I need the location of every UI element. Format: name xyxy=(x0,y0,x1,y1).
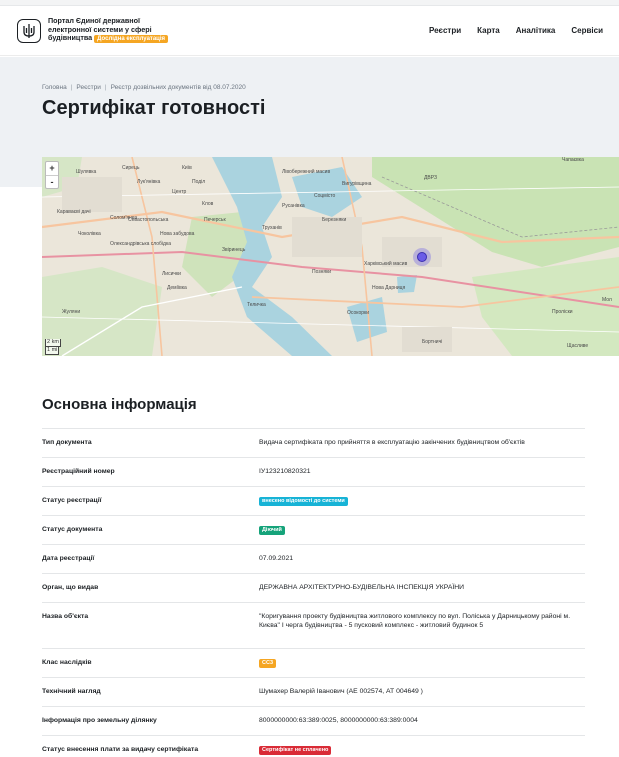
info-key: Клас наслідків xyxy=(42,659,92,666)
info-row-reg-date: Дата реєстрації 07.09.2021 xyxy=(42,544,585,573)
info-value: 8000000000:63:389:0025, 8000000000:63:38… xyxy=(259,717,418,724)
payment-badge: Сертифікат не сплачено xyxy=(259,746,332,755)
class-badge: СС3 xyxy=(259,659,277,668)
map-label: Осокорки xyxy=(347,310,370,316)
breadcrumb: Головна | Реєстри | Реєстр дозвільних до… xyxy=(42,84,246,91)
status-badge: внесено відомості до системи xyxy=(259,497,348,506)
nav-services[interactable]: Сервіси xyxy=(571,26,603,35)
info-row-issuer: Орган, що видав ДЕРЖАВНА АРХІТЕКТУРНО-БУ… xyxy=(42,573,585,602)
scale-mi: 1 mi xyxy=(45,347,59,355)
info-key: Статус реєстрації xyxy=(42,497,102,504)
site-header: Портал Єдиної державної електронної сист… xyxy=(0,6,619,56)
info-row-payment-status: Статус внесення плати за видачу сертифік… xyxy=(42,735,585,757)
map-label: Печерськ xyxy=(204,217,226,223)
zoom-out-button[interactable]: - xyxy=(46,175,58,188)
location-map[interactable]: Шулявка Київ Лук'янівка Поділ Караваєві … xyxy=(42,157,619,356)
map-label: Лівобережний масив xyxy=(282,169,331,175)
info-value: 07.09.2021 xyxy=(259,555,294,562)
map-label: Харківський масив xyxy=(364,261,408,267)
map-label: Бортничі xyxy=(422,339,443,345)
info-key: Дата реєстрації xyxy=(42,555,95,562)
map-label: Клов xyxy=(202,201,214,207)
map-label: Русанівка xyxy=(282,203,305,209)
info-row-consequence-class: Клас наслідків СС3 xyxy=(42,648,585,677)
breadcrumb-separator: | xyxy=(70,84,73,91)
info-value: "Коригування проекту будівництва житлово… xyxy=(259,613,571,629)
map-label: Вигурівщина xyxy=(342,181,372,187)
map-label: Лук'янівка xyxy=(137,179,161,185)
map-label: Проліски xyxy=(552,309,573,315)
map-label: Жуляни xyxy=(62,309,81,315)
info-key: Технічний нагляд xyxy=(42,688,101,695)
info-row-doc-type: Тип документа Видача сертифіката про при… xyxy=(42,428,585,457)
info-value: ДЕРЖАВНА АРХІТЕКТУРНО-БУДІВЕЛЬНА ІНСПЕКЦ… xyxy=(259,584,465,591)
brand-line-3: будівництва xyxy=(48,33,93,43)
info-key: Інформація про земельну ділянку xyxy=(42,717,157,724)
map-label: Нова Дарниця xyxy=(372,285,406,291)
map-label: Олександрівська слобідка xyxy=(110,241,172,247)
map-label: Труханів xyxy=(262,225,282,231)
map-label: Лисички xyxy=(162,271,181,277)
breadcrumb-home[interactable]: Головна xyxy=(42,84,67,91)
map-label: Деміївка xyxy=(167,285,187,291)
info-row-tech-supervision: Технічний нагляд Шумахер Валерій Іванови… xyxy=(42,677,585,706)
map-label: Позняки xyxy=(312,269,332,275)
map-label: Березняки xyxy=(322,217,347,223)
map-label: Теличка xyxy=(247,302,266,308)
map-tiles xyxy=(42,157,619,356)
info-key: Статус документа xyxy=(42,526,103,533)
breadcrumb-registries[interactable]: Реєстри xyxy=(76,84,100,91)
map-label: Щасливе xyxy=(567,343,589,349)
info-row-land-plot: Інформація про земельну ділянку 80000000… xyxy=(42,706,585,735)
map-label: Поділ xyxy=(192,179,206,185)
map-label: ДВРЗ xyxy=(424,175,437,181)
map-label: Мол xyxy=(602,297,612,303)
info-row-reg-number: Реєстраційний номер ІУ123210820321 xyxy=(42,457,585,486)
trident-logo-icon[interactable] xyxy=(17,19,41,43)
map-label: Караваєві дачі xyxy=(57,209,91,215)
section-title-main-info: Основна інформація xyxy=(42,396,197,413)
map-label: Соцмісто xyxy=(314,193,336,199)
map-label: Чоколівка xyxy=(78,231,101,237)
info-value: Шумахер Валерій Іванович (АЕ 002574, АТ … xyxy=(259,688,423,695)
page-title: Сертифікат готовності xyxy=(42,97,266,119)
main-nav: Реєстри Карта Аналітика Сервіси xyxy=(429,26,603,35)
location-marker-icon[interactable] xyxy=(417,252,427,262)
breadcrumb-current: Реєстр дозвільних документів від 08.07.2… xyxy=(110,84,246,91)
brand-title[interactable]: Портал Єдиної державної електронної сист… xyxy=(48,16,178,44)
info-value: Видача сертифіката про прийняття в експл… xyxy=(259,439,525,446)
nav-map[interactable]: Карта xyxy=(477,26,500,35)
status-badge: Діючий xyxy=(259,526,285,535)
map-label: Севастопольська xyxy=(128,217,169,223)
nav-analytics[interactable]: Аналітика xyxy=(516,26,556,35)
info-row-doc-status: Статус документа Діючий xyxy=(42,515,585,544)
info-table: Тип документа Видача сертифіката про при… xyxy=(42,428,585,757)
map-label: Сирець xyxy=(122,165,140,171)
map-scale: 2 km 1 mi xyxy=(45,339,61,355)
nav-registries[interactable]: Реєстри xyxy=(429,26,461,35)
map-label: Центр xyxy=(172,189,187,195)
breadcrumb-separator: | xyxy=(104,84,107,91)
map-label: Нова забудова xyxy=(160,231,195,237)
info-key: Реєстраційний номер xyxy=(42,468,115,475)
info-key: Статус внесення плати за видачу сертифік… xyxy=(42,746,199,753)
scale-km: 2 km xyxy=(45,339,61,347)
info-value: ІУ123210820321 xyxy=(259,468,311,475)
info-key: Назва об'єкта xyxy=(42,613,89,620)
info-row-object-name: Назва об'єкта "Коригування проекту будів… xyxy=(42,602,585,648)
map-zoom-control: + - xyxy=(45,161,59,189)
info-row-reg-status: Статус реєстрації внесено відомості до с… xyxy=(42,486,585,515)
map-label: Київ xyxy=(182,165,192,171)
beta-badge: Дослідна експлуатація xyxy=(94,35,169,44)
info-key: Орган, що видав xyxy=(42,584,99,591)
info-key: Тип документа xyxy=(42,439,92,446)
map-label: Звіринець xyxy=(222,247,246,253)
map-label: Шулявка xyxy=(76,169,97,175)
zoom-in-button[interactable]: + xyxy=(46,162,58,175)
map-label: Чапаєвка xyxy=(562,157,584,163)
